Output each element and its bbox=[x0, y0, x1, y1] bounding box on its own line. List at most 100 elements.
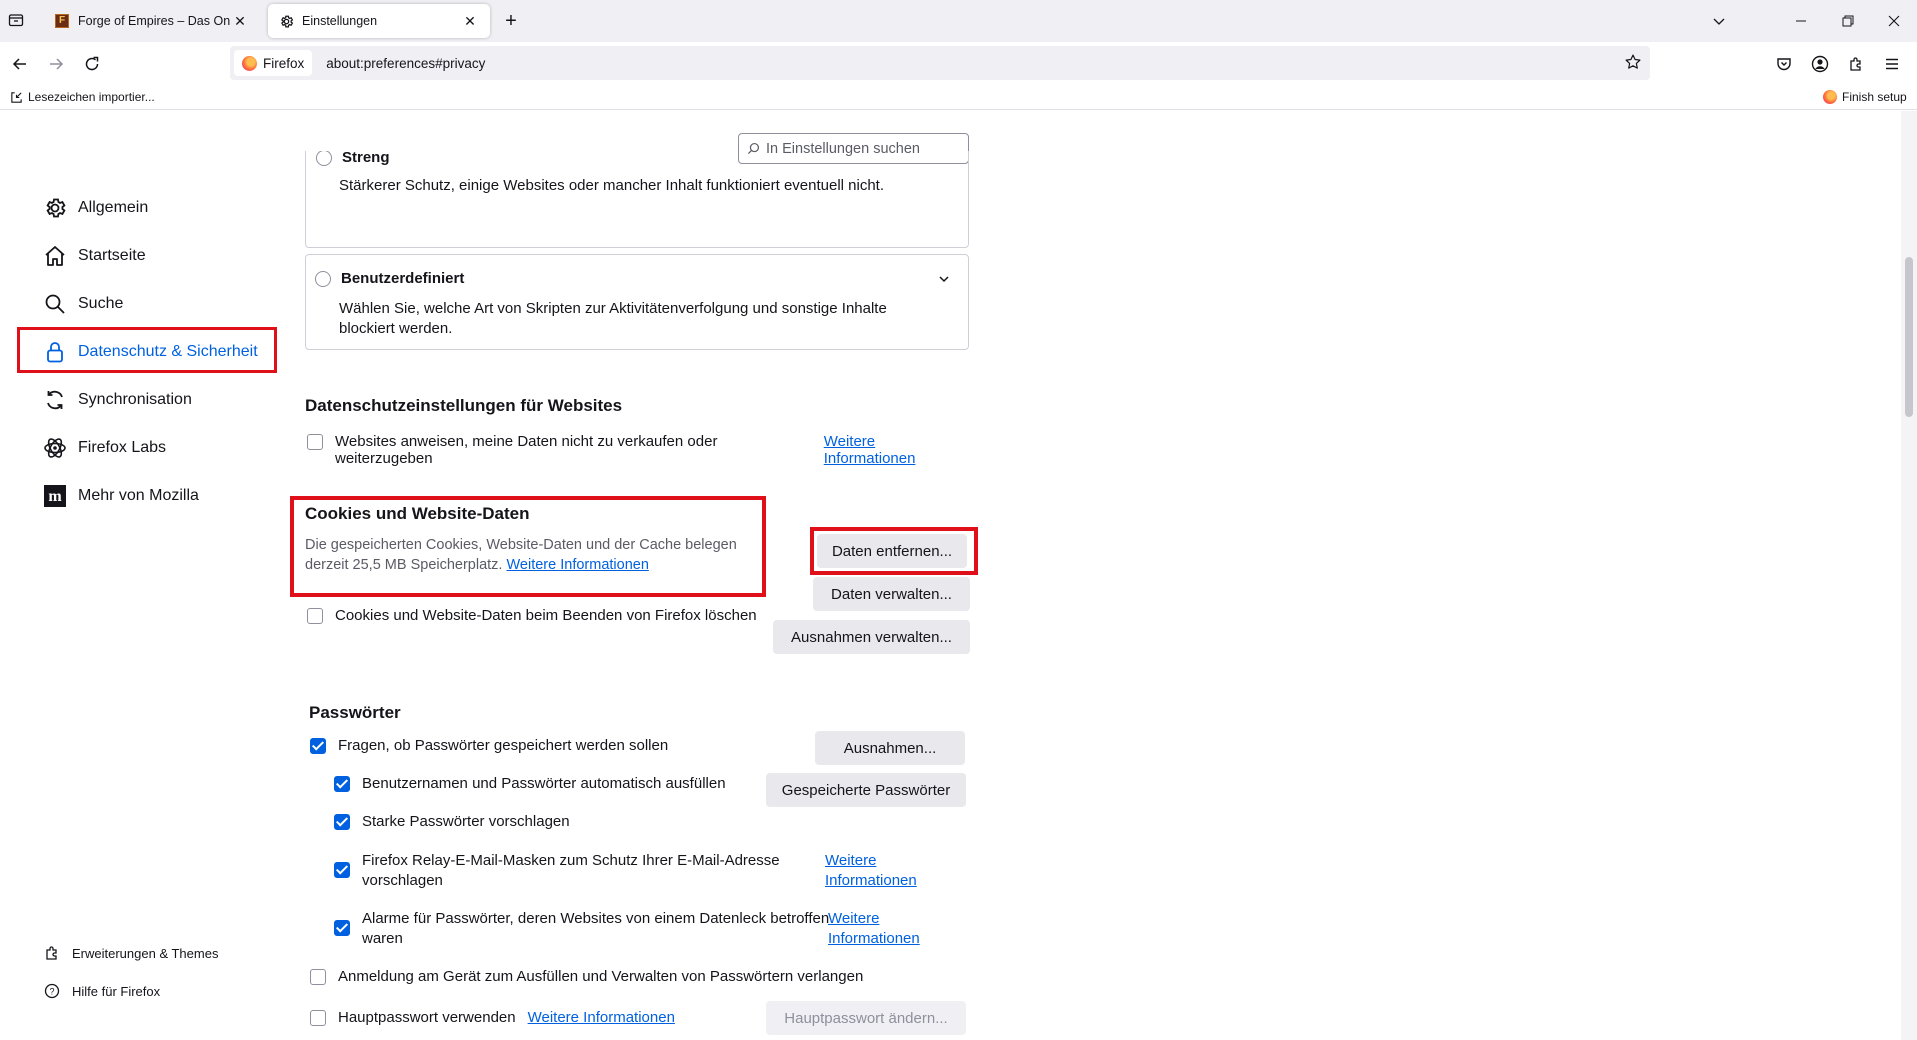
sidebar-item-synchronisation[interactable]: Synchronisation bbox=[42, 383, 192, 417]
primary-password-label: Hauptpasswort verwenden bbox=[338, 1009, 516, 1026]
close-tab-icon[interactable]: ✕ bbox=[230, 11, 250, 31]
tab-einstellungen[interactable]: Einstellungen ✕ bbox=[268, 4, 490, 38]
list-all-tabs-chevron-icon[interactable] bbox=[1696, 0, 1742, 42]
tab-strip: F Forge of Empires – Das Online S ✕ Eins… bbox=[0, 0, 1917, 42]
chevron-down-icon[interactable] bbox=[938, 272, 950, 288]
relay-label-line1: Firefox Relay-E-Mail-Masken zum Schutz I… bbox=[362, 852, 780, 869]
url-text[interactable]: about:preferences#privacy bbox=[326, 56, 485, 71]
gpc-row: Websites anweisen, meine Daten nicht zu … bbox=[307, 433, 970, 467]
labs-icon bbox=[42, 435, 68, 461]
change-primary-password-button[interactable]: Hauptpasswort ändern... bbox=[766, 1001, 966, 1035]
gpc-label: Websites anweisen, meine Daten nicht zu … bbox=[335, 433, 718, 467]
manage-data-button[interactable]: Daten verwalten... bbox=[813, 577, 970, 611]
home-icon bbox=[42, 243, 68, 269]
scrollbar-thumb[interactable] bbox=[1905, 257, 1913, 417]
close-tab-icon[interactable]: ✕ bbox=[460, 11, 480, 31]
autofill-row: Benutzernamen und Passwörter automatisch… bbox=[334, 775, 726, 792]
tab-list-icon[interactable] bbox=[8, 12, 24, 31]
svg-text:m: m bbox=[48, 488, 62, 505]
highlight-box-cookies-heading bbox=[290, 496, 766, 597]
highlight-box-clear-data bbox=[810, 527, 978, 575]
tab-label: Einstellungen bbox=[302, 14, 378, 28]
pocket-icon[interactable] bbox=[1768, 48, 1800, 80]
sidebar-item-startseite[interactable]: Startseite bbox=[42, 239, 146, 273]
sidebar-item-firefox-labs[interactable]: Firefox Labs bbox=[42, 431, 166, 465]
tracking-custom-card[interactable]: Benutzerdefiniert Wählen Sie, welche Art… bbox=[305, 254, 969, 350]
breach-checkbox[interactable] bbox=[334, 920, 350, 936]
identity-box[interactable]: Firefox bbox=[234, 50, 313, 76]
firefox-logo-icon bbox=[1823, 90, 1837, 104]
saved-passwords-button[interactable]: Gespeicherte Passwörter bbox=[766, 773, 966, 807]
account-icon[interactable] bbox=[1804, 48, 1836, 80]
breach-link-line1: Weitere bbox=[828, 910, 880, 927]
mozilla-icon: m bbox=[42, 483, 68, 509]
strict-description: Stärkerer Schutz, einige Websites oder m… bbox=[339, 177, 885, 194]
manage-exceptions-button[interactable]: Ausnahmen verwalten... bbox=[773, 620, 970, 654]
minimize-icon[interactable] bbox=[1778, 0, 1824, 42]
bookmarks-toolbar: Lesezeichen importier... Finish setup bbox=[0, 86, 1917, 110]
gear-icon bbox=[42, 195, 68, 221]
custom-title: Benutzerdefiniert bbox=[341, 270, 465, 287]
sync-icon bbox=[42, 387, 68, 413]
tracking-strict-card[interactable]: Streng Stärkerer Schutz, einige Websites… bbox=[305, 151, 969, 248]
relay-link-line1: Weitere bbox=[825, 852, 877, 869]
primary-password-checkbox[interactable] bbox=[310, 1010, 326, 1026]
import-bookmarks-item[interactable]: Lesezeichen importier... bbox=[10, 90, 155, 104]
ask-save-checkbox[interactable] bbox=[310, 738, 326, 754]
new-tab-button[interactable]: + bbox=[500, 10, 522, 32]
forward-arrow-icon[interactable] bbox=[40, 48, 72, 80]
custom-description: Wählen Sie, welche Art von Skripten zur … bbox=[339, 300, 887, 337]
help-icon: ? bbox=[42, 983, 62, 999]
finish-setup-label: Finish setup bbox=[1842, 90, 1907, 104]
sidebar-item-label: Synchronisation bbox=[78, 391, 192, 408]
sidebar-footer-help[interactable]: ? Hilfe für Firefox bbox=[42, 983, 160, 999]
device-login-label: Anmeldung am Gerät zum Ausfüllen und Ver… bbox=[338, 968, 864, 985]
website-privacy-heading: Datenschutzeinstellungen für Websites bbox=[305, 396, 623, 415]
gpc-checkbox[interactable] bbox=[307, 434, 323, 450]
close-window-icon[interactable] bbox=[1871, 0, 1917, 42]
finish-setup-item[interactable]: Finish setup bbox=[1823, 90, 1907, 104]
delete-on-close-row: Cookies und Website-Daten beim Beenden v… bbox=[307, 607, 757, 624]
import-bookmarks-label: Lesezeichen importier... bbox=[28, 90, 155, 104]
delete-on-close-checkbox[interactable] bbox=[307, 608, 323, 624]
hamburger-menu-icon[interactable] bbox=[1876, 48, 1908, 80]
sidebar-item-allgemein[interactable]: Allgemein bbox=[42, 191, 148, 225]
autofill-label: Benutzernamen und Passwörter automatisch… bbox=[362, 775, 726, 792]
sidebar-item-suche[interactable]: Suche bbox=[42, 287, 123, 321]
device-login-row: Anmeldung am Gerät zum Ausfüllen und Ver… bbox=[310, 968, 863, 985]
relay-link-line2: Informationen bbox=[825, 872, 917, 889]
ask-save-label: Fragen, ob Passwörter gespeichert werden… bbox=[338, 737, 669, 754]
autofill-checkbox[interactable] bbox=[334, 776, 350, 792]
relay-checkbox[interactable] bbox=[334, 862, 350, 878]
identity-label: Firefox bbox=[263, 55, 305, 71]
device-login-checkbox[interactable] bbox=[310, 969, 326, 985]
breach-row: Alarme für Passwörter, deren Websites vo… bbox=[334, 909, 829, 949]
bookmark-star-icon[interactable] bbox=[1624, 53, 1642, 74]
relay-label-line2: vorschlagen bbox=[362, 872, 443, 889]
restore-icon[interactable] bbox=[1825, 0, 1871, 42]
tab-forge-of-empires[interactable]: F Forge of Empires – Das Online S ✕ bbox=[44, 4, 260, 38]
tab-label: Forge of Empires – Das Online S bbox=[78, 14, 230, 28]
relay-learn-more-link[interactable]: Weitere Informationen bbox=[825, 851, 917, 891]
gpc-learn-more-link[interactable]: Weitere Informationen bbox=[824, 433, 970, 467]
sidebar-item-mehr-von-mozilla[interactable]: m Mehr von Mozilla bbox=[42, 479, 199, 513]
page-scrollbar[interactable] bbox=[1901, 111, 1917, 1040]
back-arrow-icon[interactable] bbox=[4, 48, 36, 80]
sidebar-item-label: Suche bbox=[78, 295, 124, 312]
sidebar-item-label: Firefox Labs bbox=[78, 439, 167, 456]
gear-icon bbox=[278, 13, 294, 29]
reload-icon[interactable] bbox=[76, 48, 108, 80]
password-exceptions-button[interactable]: Ausnahmen... bbox=[815, 731, 965, 765]
url-bar[interactable]: Firefox about:preferences#privacy bbox=[230, 46, 1650, 80]
suggest-checkbox[interactable] bbox=[334, 814, 350, 830]
primary-password-learn-more-link[interactable]: Weitere Informationen bbox=[528, 1009, 675, 1026]
delete-on-close-label: Cookies und Website-Daten beim Beenden v… bbox=[335, 607, 757, 624]
sidebar-footer-extensions[interactable]: Erweiterungen & Themes bbox=[42, 945, 218, 961]
suggest-label: Starke Passwörter vorschlagen bbox=[362, 813, 570, 830]
breach-learn-more-link[interactable]: Weitere Informationen bbox=[828, 909, 920, 949]
breach-label-line1: Alarme für Passwörter, deren Websites vo… bbox=[362, 910, 830, 927]
breach-label-line2: waren bbox=[362, 930, 403, 947]
extensions-puzzle-icon[interactable] bbox=[1840, 48, 1872, 80]
strict-radio[interactable] bbox=[316, 151, 332, 166]
custom-radio[interactable] bbox=[315, 270, 331, 287]
